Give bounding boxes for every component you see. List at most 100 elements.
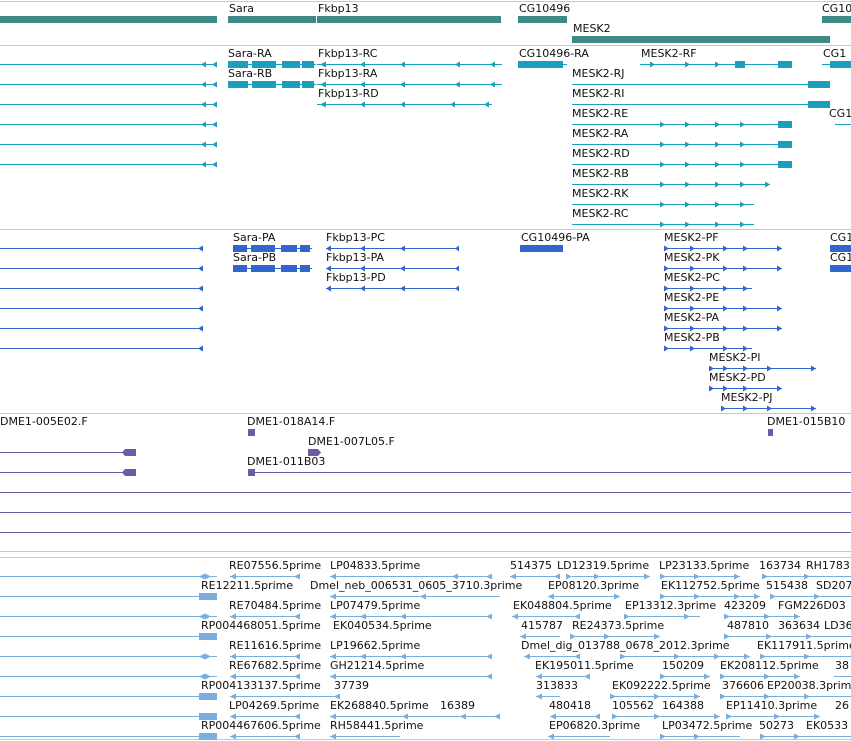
est-label[interactable]: LP19662.5prime (330, 639, 421, 652)
protein-label[interactable]: Fkbp13-PD (326, 271, 386, 284)
est-row[interactable] (0, 573, 217, 580)
est-row[interactable] (0, 733, 217, 740)
protein-row[interactable] (0, 265, 203, 272)
est-label[interactable]: RH58441.5prime (330, 719, 424, 732)
transcript-sara-rb[interactable] (228, 81, 316, 88)
gene-label[interactable]: Fkbp13 (318, 2, 359, 15)
gene-label[interactable]: CG10 (822, 2, 851, 15)
est-label[interactable]: EK112752.5prime (661, 579, 760, 592)
protein-label[interactable]: MESK2-PJ (721, 391, 772, 404)
transcript-label[interactable]: MESK2-RD (572, 147, 630, 160)
protein-label[interactable]: MESK2-PE (664, 291, 719, 304)
est-label[interactable]: SD207 (816, 579, 851, 592)
est-feature[interactable] (230, 733, 300, 740)
est-label[interactable]: 105562 (612, 699, 654, 712)
protein-row[interactable] (0, 325, 203, 332)
est-row[interactable] (0, 633, 217, 640)
est-label[interactable]: LP04833.5prime (330, 559, 421, 572)
transcript-mesk2-rc[interactable] (572, 221, 754, 228)
est-label[interactable]: 37739 (334, 679, 369, 692)
transcript-label[interactable]: Sara-RA (228, 47, 272, 60)
est-label[interactable]: 163734 (759, 559, 801, 572)
gene-label[interactable]: CG10496 (519, 2, 570, 15)
transcript-label[interactable]: MESK2-RJ (572, 67, 625, 80)
est-label[interactable]: 313833 (536, 679, 578, 692)
est-label[interactable]: RE24373.5prime (572, 619, 664, 632)
transcript-label[interactable]: Fkbp13-RC (318, 47, 378, 60)
est-label[interactable]: 415787 (521, 619, 563, 632)
est-feature[interactable] (660, 733, 740, 740)
transcript-row[interactable] (0, 61, 217, 68)
est-label[interactable]: GH21214.5prime (330, 659, 425, 672)
clone-015b10[interactable] (768, 429, 773, 436)
est-feature[interactable] (330, 733, 400, 740)
est-label[interactable]: LP23133.5prime (659, 559, 750, 572)
est-label[interactable]: 38 (835, 659, 849, 672)
protein-cg1[interactable] (830, 265, 851, 272)
est-label[interactable]: 480418 (549, 699, 591, 712)
transcript-row[interactable] (0, 141, 217, 148)
clone-label[interactable]: DME1-018A14.F (247, 415, 335, 428)
transcript-mesk2-rf[interactable] (640, 61, 792, 68)
clone-label[interactable]: DME1-007L05.F (308, 435, 395, 448)
est-label[interactable]: Dmel_neb_006531_0605_3710.3prime (310, 579, 522, 592)
gene-bar-cg10[interactable] (822, 16, 851, 23)
transcript-label[interactable]: MESK2-RF (641, 47, 697, 60)
transcript-label[interactable]: CG10496-RA (519, 47, 589, 60)
est-label[interactable]: EK117911.5prime (757, 639, 851, 652)
est-label[interactable]: 514375 (510, 559, 552, 572)
protein-row[interactable] (0, 285, 203, 292)
est-label[interactable]: EP11410.3prime (726, 699, 817, 712)
est-feature[interactable] (548, 733, 610, 740)
est-label[interactable]: EK208112.5prime (720, 659, 819, 672)
est-label[interactable]: RE11616.5prime (229, 639, 321, 652)
clone-018a14[interactable] (248, 429, 255, 436)
transcript-label[interactable]: Fkbp13-RA (318, 67, 378, 80)
clone-label[interactable]: DME1-011B03 (247, 455, 325, 468)
est-label[interactable]: RP004467606.5prime (201, 719, 321, 732)
transcript-cg1[interactable] (822, 61, 851, 68)
est-label[interactable]: RP004133137.5prime (201, 679, 321, 692)
transcript-cg10496-ra[interactable] (518, 61, 567, 68)
est-label[interactable]: LP03472.5prime (662, 719, 753, 732)
gene-bar-fkbp13[interactable] (317, 16, 501, 23)
est-label[interactable]: LD36 (824, 619, 851, 632)
est-label[interactable]: 376606 (722, 679, 764, 692)
gene-label[interactable]: Sara (229, 2, 254, 15)
est-row[interactable] (0, 673, 217, 680)
transcript-label[interactable]: MESK2-RA (572, 127, 629, 140)
est-label[interactable]: EK0533 (806, 719, 848, 732)
est-label[interactable]: 150209 (662, 659, 704, 672)
protein-label[interactable]: CG1 (830, 231, 851, 244)
est-label[interactable]: EP13312.3prime (625, 599, 716, 612)
gene-bar-cg10496[interactable] (518, 16, 567, 23)
gene-bar[interactable] (0, 16, 217, 23)
clone-label[interactable]: DME1-015B10 (767, 415, 845, 428)
est-label[interactable]: EK195011.5prime (535, 659, 634, 672)
est-label[interactable]: EP20038.3prime (767, 679, 851, 692)
protein-label[interactable]: MESK2-PI (709, 351, 760, 364)
transcript-label[interactable]: CG1 (829, 107, 851, 120)
est-label[interactable]: 487810 (727, 619, 769, 632)
protein-label[interactable]: Fkbp13-PC (326, 231, 385, 244)
est-label[interactable]: LP04269.5prime (229, 699, 320, 712)
est-label[interactable]: LP07479.5prime (330, 599, 421, 612)
gene-bar-mesk2[interactable] (572, 36, 830, 43)
protein-sara-pb[interactable] (233, 265, 312, 272)
est-row[interactable] (0, 653, 217, 660)
protein-label[interactable]: CG1 (830, 251, 851, 264)
est-label[interactable]: 423209 (724, 599, 766, 612)
est-label[interactable]: 164388 (662, 699, 704, 712)
protein-label[interactable]: CG10496-PA (521, 231, 590, 244)
transcript-label[interactable]: Sara-RB (228, 67, 272, 80)
protein-label[interactable]: MESK2-PA (664, 311, 720, 324)
est-label[interactable]: EP06820.3prime (549, 719, 640, 732)
protein-row[interactable] (0, 345, 203, 352)
transcript-label[interactable]: MESK2-RC (572, 207, 629, 220)
est-feature[interactable] (760, 733, 851, 740)
clone-label[interactable]: DME1-005E02.F (0, 415, 88, 428)
est-row[interactable] (0, 593, 217, 600)
est-label[interactable]: Dmel_dig_013788_0678_2012.3prime (521, 639, 730, 652)
protein-label[interactable]: MESK2-PB (664, 331, 720, 344)
clone-row[interactable] (0, 469, 136, 476)
